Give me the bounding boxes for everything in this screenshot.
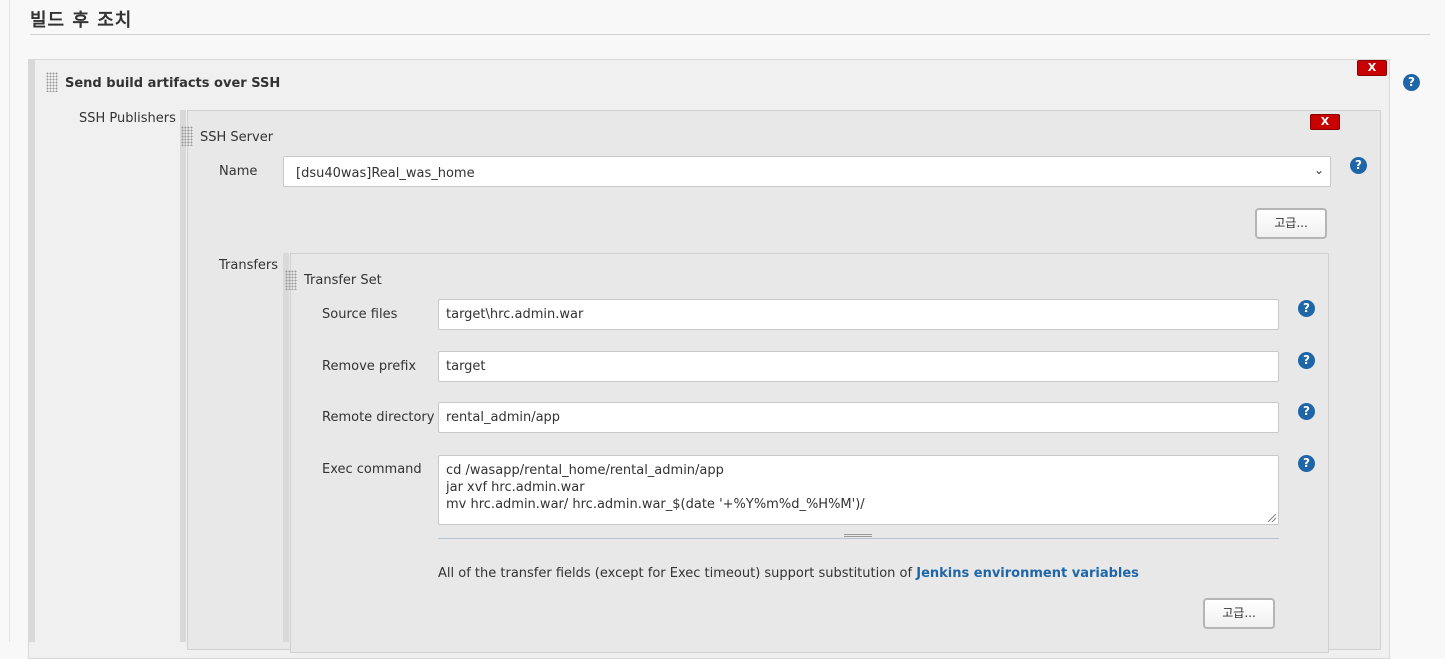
source-files-input[interactable]: target\hrc.admin.war [438, 299, 1279, 330]
chevron-down-icon: ⌄ [1313, 163, 1324, 177]
drag-bar[interactable] [180, 110, 186, 642]
ssh-server-title: SSH Server [200, 130, 274, 145]
exec-command-textarea[interactable]: cd /wasapp/rental_home/rental_admin/app … [438, 455, 1279, 525]
server-name-value: [dsu40was]Real_was_home [296, 166, 475, 181]
name-label: Name [219, 164, 258, 179]
server-advanced-button[interactable]: 고급... [1255, 208, 1327, 239]
delete-publisher-button[interactable]: X [1357, 60, 1387, 76]
drag-handle-icon[interactable] [285, 270, 297, 290]
textarea-expand-bar[interactable] [438, 530, 1279, 539]
publisher-title: Send build artifacts over SSH [65, 76, 281, 91]
source-files-label: Source files [322, 307, 398, 322]
drag-handle-icon[interactable] [181, 126, 193, 146]
section-title: 빌드 후 조치 [30, 10, 133, 31]
transfers-label: Transfers [219, 258, 279, 273]
transfer-set-title: Transfer Set [304, 273, 382, 288]
page-left-border [9, 0, 10, 642]
server-name-select[interactable]: [dsu40was]Real_was_home ⌄ [283, 156, 1331, 187]
exec-command-label: Exec command [322, 462, 422, 477]
exec-command-line: jar xvf hrc.admin.war [446, 480, 585, 495]
exec-command-line: cd /wasapp/rental_home/rental_admin/app [446, 463, 724, 478]
help-icon[interactable]: ? [1298, 352, 1315, 369]
help-icon[interactable]: ? [1298, 455, 1315, 472]
drag-bar[interactable] [29, 60, 35, 642]
help-icon[interactable]: ? [1403, 74, 1420, 91]
jenkins-env-vars-link[interactable]: Jenkins environment variables [916, 566, 1139, 581]
section-divider [30, 34, 1430, 35]
remove-prefix-label: Remove prefix [322, 359, 417, 374]
help-icon[interactable]: ? [1298, 300, 1315, 317]
remote-directory-input[interactable]: rental_admin/app [438, 402, 1279, 433]
substitution-note-text: All of the transfer fields (except for E… [438, 566, 917, 581]
remote-directory-label: Remote directory [322, 410, 435, 425]
drag-bar[interactable] [283, 253, 289, 642]
help-icon[interactable]: ? [1350, 157, 1367, 174]
substitution-note: All of the transfer fields (except for E… [438, 566, 1139, 581]
exec-command-line: mv hrc.admin.war/ hrc.admin.war_$(date '… [446, 497, 865, 512]
ssh-publishers-label: SSH Publishers [79, 111, 176, 126]
drag-handle-icon[interactable] [46, 72, 58, 92]
remove-prefix-input[interactable]: target [438, 351, 1279, 382]
transfer-advanced-button[interactable]: 고급... [1203, 598, 1275, 629]
resize-handle-icon[interactable] [1268, 514, 1276, 522]
expand-handle-icon[interactable] [844, 534, 872, 537]
help-icon[interactable]: ? [1298, 403, 1315, 420]
delete-server-button[interactable]: X [1310, 114, 1340, 130]
